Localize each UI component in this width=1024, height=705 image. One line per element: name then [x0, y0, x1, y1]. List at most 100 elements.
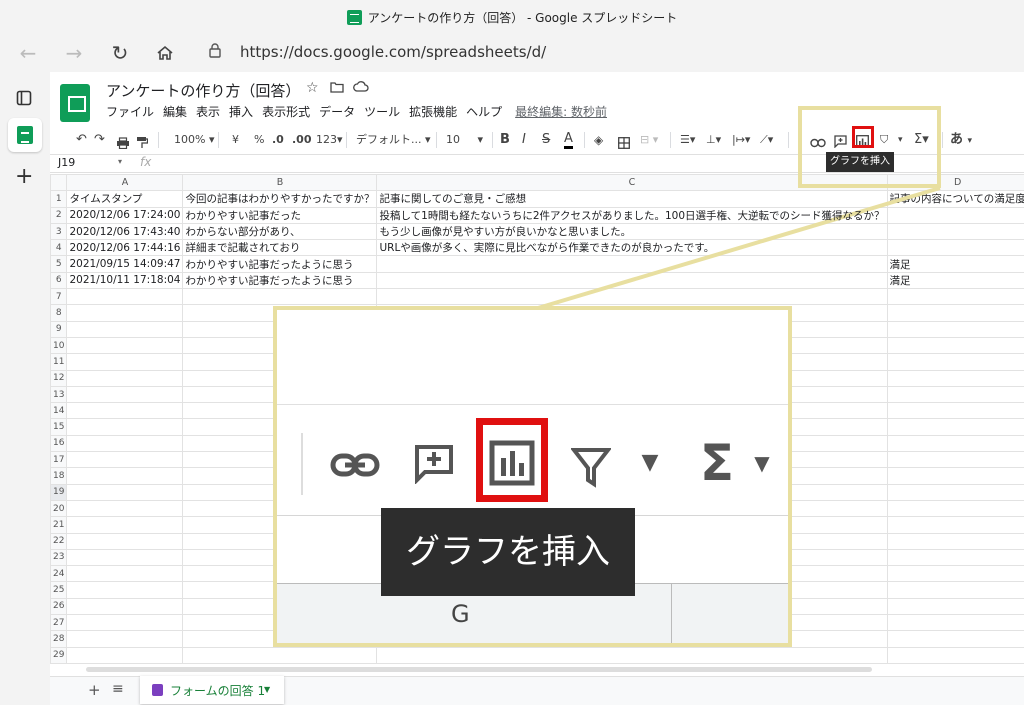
- fill-color-icon[interactable]: ◈: [594, 128, 603, 152]
- cell[interactable]: [886, 288, 1024, 306]
- cell[interactable]: [182, 646, 378, 664]
- row-header[interactable]: 18: [50, 467, 68, 485]
- cell[interactable]: [886, 630, 1024, 648]
- cell[interactable]: [66, 467, 184, 485]
- row-header[interactable]: 9: [50, 320, 68, 338]
- cloud-status-icon[interactable]: [353, 80, 369, 96]
- cell[interactable]: [886, 434, 1024, 453]
- row-header[interactable]: 16: [50, 434, 68, 453]
- cell[interactable]: [886, 320, 1024, 338]
- row-header[interactable]: 11: [50, 353, 68, 371]
- cell[interactable]: [66, 451, 184, 469]
- cell[interactable]: [886, 646, 1024, 664]
- italic-button[interactable]: I: [522, 128, 526, 152]
- sheets-logo-icon[interactable]: [60, 84, 90, 122]
- last-edit-link[interactable]: 最終編集: 数秒前: [515, 105, 607, 119]
- cell[interactable]: URLや画像が多く、実際に見比べながら作業できたのが良かったです。: [376, 239, 888, 257]
- add-sheet-plus-icon[interactable]: +: [88, 681, 101, 699]
- cell[interactable]: 満足: [886, 271, 1024, 290]
- row-header[interactable]: 10: [50, 336, 68, 355]
- menu-edit[interactable]: 編集: [163, 105, 187, 119]
- cell[interactable]: [66, 320, 184, 338]
- cell[interactable]: [66, 532, 184, 550]
- row-header[interactable]: 20: [50, 499, 68, 518]
- cell[interactable]: [376, 271, 888, 290]
- cell[interactable]: [886, 402, 1024, 420]
- cell[interactable]: タイムスタンプ: [66, 190, 184, 208]
- vertical-tab-sheets[interactable]: [8, 118, 42, 152]
- menu-extensions[interactable]: 拡張機能: [409, 105, 457, 119]
- cell[interactable]: [886, 385, 1024, 404]
- row-header[interactable]: 23: [50, 548, 68, 567]
- sheet-tab-form-responses[interactable]: フォームの回答 1 ▼: [140, 676, 284, 704]
- number-format-select[interactable]: 123▾: [316, 128, 343, 152]
- cell[interactable]: わかりやすい記事だった: [182, 206, 378, 224]
- font-select[interactable]: デフォルト... ▾: [356, 128, 431, 152]
- new-tab-plus-icon[interactable]: +: [15, 164, 33, 189]
- document-title[interactable]: アンケートの作り方（回答）: [106, 80, 300, 101]
- row-header[interactable]: 29: [50, 646, 68, 664]
- cell[interactable]: [886, 483, 1024, 501]
- row-header[interactable]: 4: [50, 239, 68, 257]
- row-header[interactable]: 28: [50, 630, 68, 648]
- cell[interactable]: [886, 565, 1024, 583]
- star-icon[interactable]: ☆: [306, 80, 319, 96]
- cell[interactable]: 2020/12/06 17:43:40: [66, 222, 184, 241]
- lock-icon[interactable]: [208, 42, 222, 62]
- merge-cells-icon[interactable]: ⊟ ▾: [640, 128, 658, 152]
- name-box-dropdown-icon[interactable]: ▾: [118, 157, 122, 166]
- cell[interactable]: 2021/09/15 14:09:47: [66, 255, 184, 273]
- cell[interactable]: [66, 385, 184, 404]
- cell[interactable]: [886, 304, 1024, 322]
- row-header[interactable]: 6: [50, 271, 68, 290]
- cell[interactable]: [886, 336, 1024, 355]
- currency-button[interactable]: ¥: [232, 128, 239, 152]
- row-header[interactable]: 26: [50, 597, 68, 616]
- row-header[interactable]: 24: [50, 565, 68, 583]
- cell[interactable]: 今回の記事はわかりやすかったですか？: [182, 190, 378, 208]
- cell[interactable]: [66, 548, 184, 567]
- menu-file[interactable]: ファイル: [106, 105, 154, 119]
- menu-insert[interactable]: 挿入: [229, 105, 253, 119]
- cell[interactable]: [376, 255, 888, 273]
- cell[interactable]: [886, 369, 1024, 387]
- percent-button[interactable]: %: [254, 128, 264, 152]
- row-header[interactable]: 22: [50, 532, 68, 550]
- row-header[interactable]: 12: [50, 369, 68, 387]
- column-header-a[interactable]: A: [66, 174, 184, 192]
- redo-icon[interactable]: ↷: [94, 128, 105, 152]
- vertical-align-icon[interactable]: ⊥▾: [706, 128, 721, 152]
- row-header[interactable]: 7: [50, 288, 68, 306]
- reload-icon[interactable]: ↻: [106, 40, 134, 68]
- row-header[interactable]: 27: [50, 614, 68, 632]
- corner-cell[interactable]: [50, 174, 68, 192]
- cell[interactable]: [886, 206, 1024, 224]
- cell[interactable]: [66, 483, 184, 501]
- bold-button[interactable]: B: [500, 128, 510, 152]
- row-header[interactable]: 17: [50, 451, 68, 469]
- menu-tools[interactable]: ツール: [364, 105, 400, 119]
- cell[interactable]: [66, 304, 184, 322]
- cell[interactable]: 2020/12/06 17:44:16: [66, 239, 184, 257]
- menu-format[interactable]: 表示形式: [262, 105, 310, 119]
- text-rotation-icon[interactable]: ⟋▾: [760, 128, 773, 152]
- cell[interactable]: [66, 614, 184, 632]
- menu-view[interactable]: 表示: [196, 105, 220, 119]
- row-header[interactable]: 25: [50, 581, 68, 599]
- input-tools-button[interactable]: あ ▾: [950, 128, 972, 152]
- row-header[interactable]: 15: [50, 418, 68, 436]
- menu-data[interactable]: データ: [319, 105, 355, 119]
- cell[interactable]: [886, 451, 1024, 469]
- cell[interactable]: [66, 565, 184, 583]
- row-header[interactable]: 14: [50, 402, 68, 420]
- zoom-select[interactable]: 100% ▾: [174, 128, 214, 152]
- row-header[interactable]: 2: [50, 206, 68, 224]
- cell[interactable]: [886, 597, 1024, 616]
- cell[interactable]: [66, 369, 184, 387]
- cell[interactable]: [376, 288, 888, 306]
- cell[interactable]: わかりやすい記事だったように思う: [182, 271, 378, 290]
- cell[interactable]: [886, 499, 1024, 518]
- increase-decimal-button[interactable]: .00: [292, 128, 312, 152]
- text-color-button[interactable]: A: [564, 128, 573, 149]
- cell[interactable]: [182, 288, 378, 306]
